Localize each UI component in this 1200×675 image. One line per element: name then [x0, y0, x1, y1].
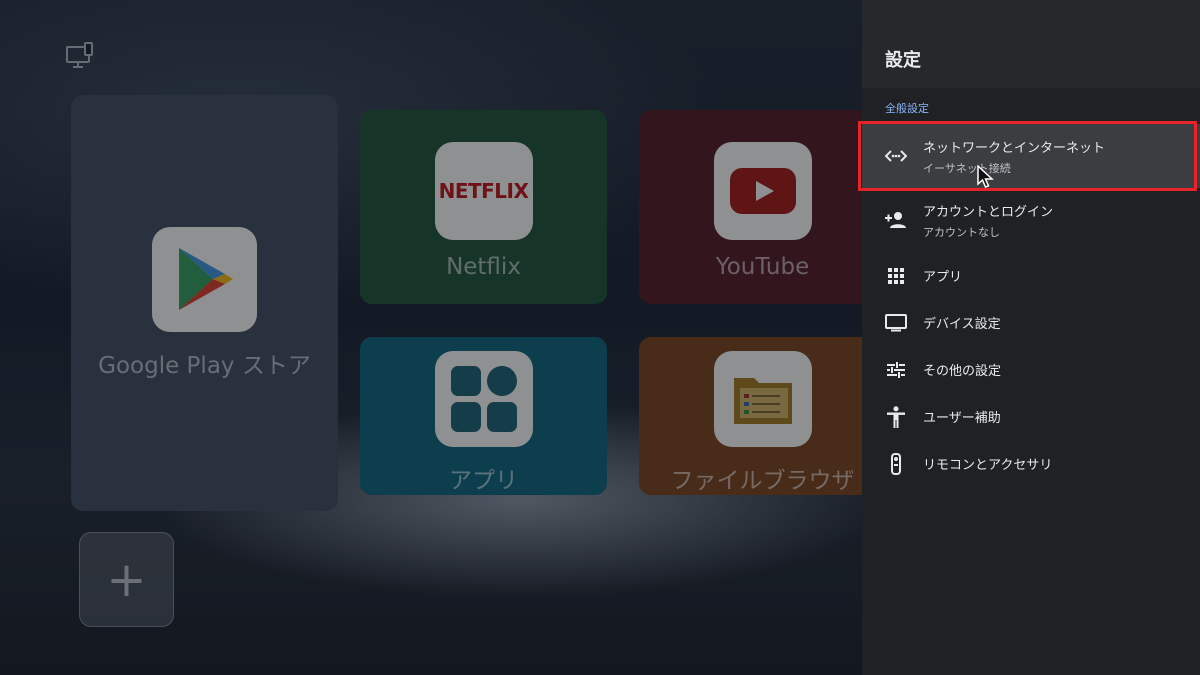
- item-label: デバイス設定: [923, 317, 1001, 332]
- item-sublabel: イーサネット接続: [923, 161, 1011, 175]
- settings-item-account[interactable]: アカウントとログイン アカウントなし: [862, 188, 1200, 252]
- settings-item-accessibility[interactable]: ユーザー補助: [862, 393, 1200, 440]
- item-label: リモコンとアクセサリ: [923, 458, 1053, 473]
- settings-item-device[interactable]: デバイス設定: [862, 299, 1200, 346]
- tv-icon: [885, 312, 907, 334]
- settings-item-remotes[interactable]: リモコンとアクセサリ: [862, 440, 1200, 487]
- remote-icon: [885, 452, 907, 475]
- apps-grid-icon: [885, 265, 907, 287]
- section-general: 全般設定: [885, 102, 929, 115]
- settings-item-other[interactable]: その他の設定: [862, 346, 1200, 393]
- item-label: その他の設定: [923, 364, 1002, 379]
- settings-panel: 設定 全般設定 ネットワークとインターネット イーサネット接続 アカウントとログ…: [858, 0, 1200, 675]
- settings-title: 設定: [885, 50, 921, 71]
- settings-item-apps[interactable]: アプリ: [862, 252, 1200, 299]
- settings-item-network[interactable]: ネットワークとインターネット イーサネット接続: [858, 121, 1200, 191]
- tune-icon: [885, 359, 907, 381]
- item-label: ユーザー補助: [923, 411, 1001, 426]
- item-sublabel: アカウントなし: [923, 225, 1000, 239]
- add-account-icon: [885, 209, 907, 231]
- network-icon: [885, 145, 907, 167]
- settings-header: 設定: [862, 0, 1200, 88]
- mouse-cursor-icon: [977, 165, 994, 188]
- accessibility-icon: [885, 405, 907, 428]
- item-label: アカウントとログイン: [923, 204, 1054, 220]
- item-label: アプリ: [923, 270, 963, 285]
- item-label: ネットワークとインターネット: [923, 140, 1106, 156]
